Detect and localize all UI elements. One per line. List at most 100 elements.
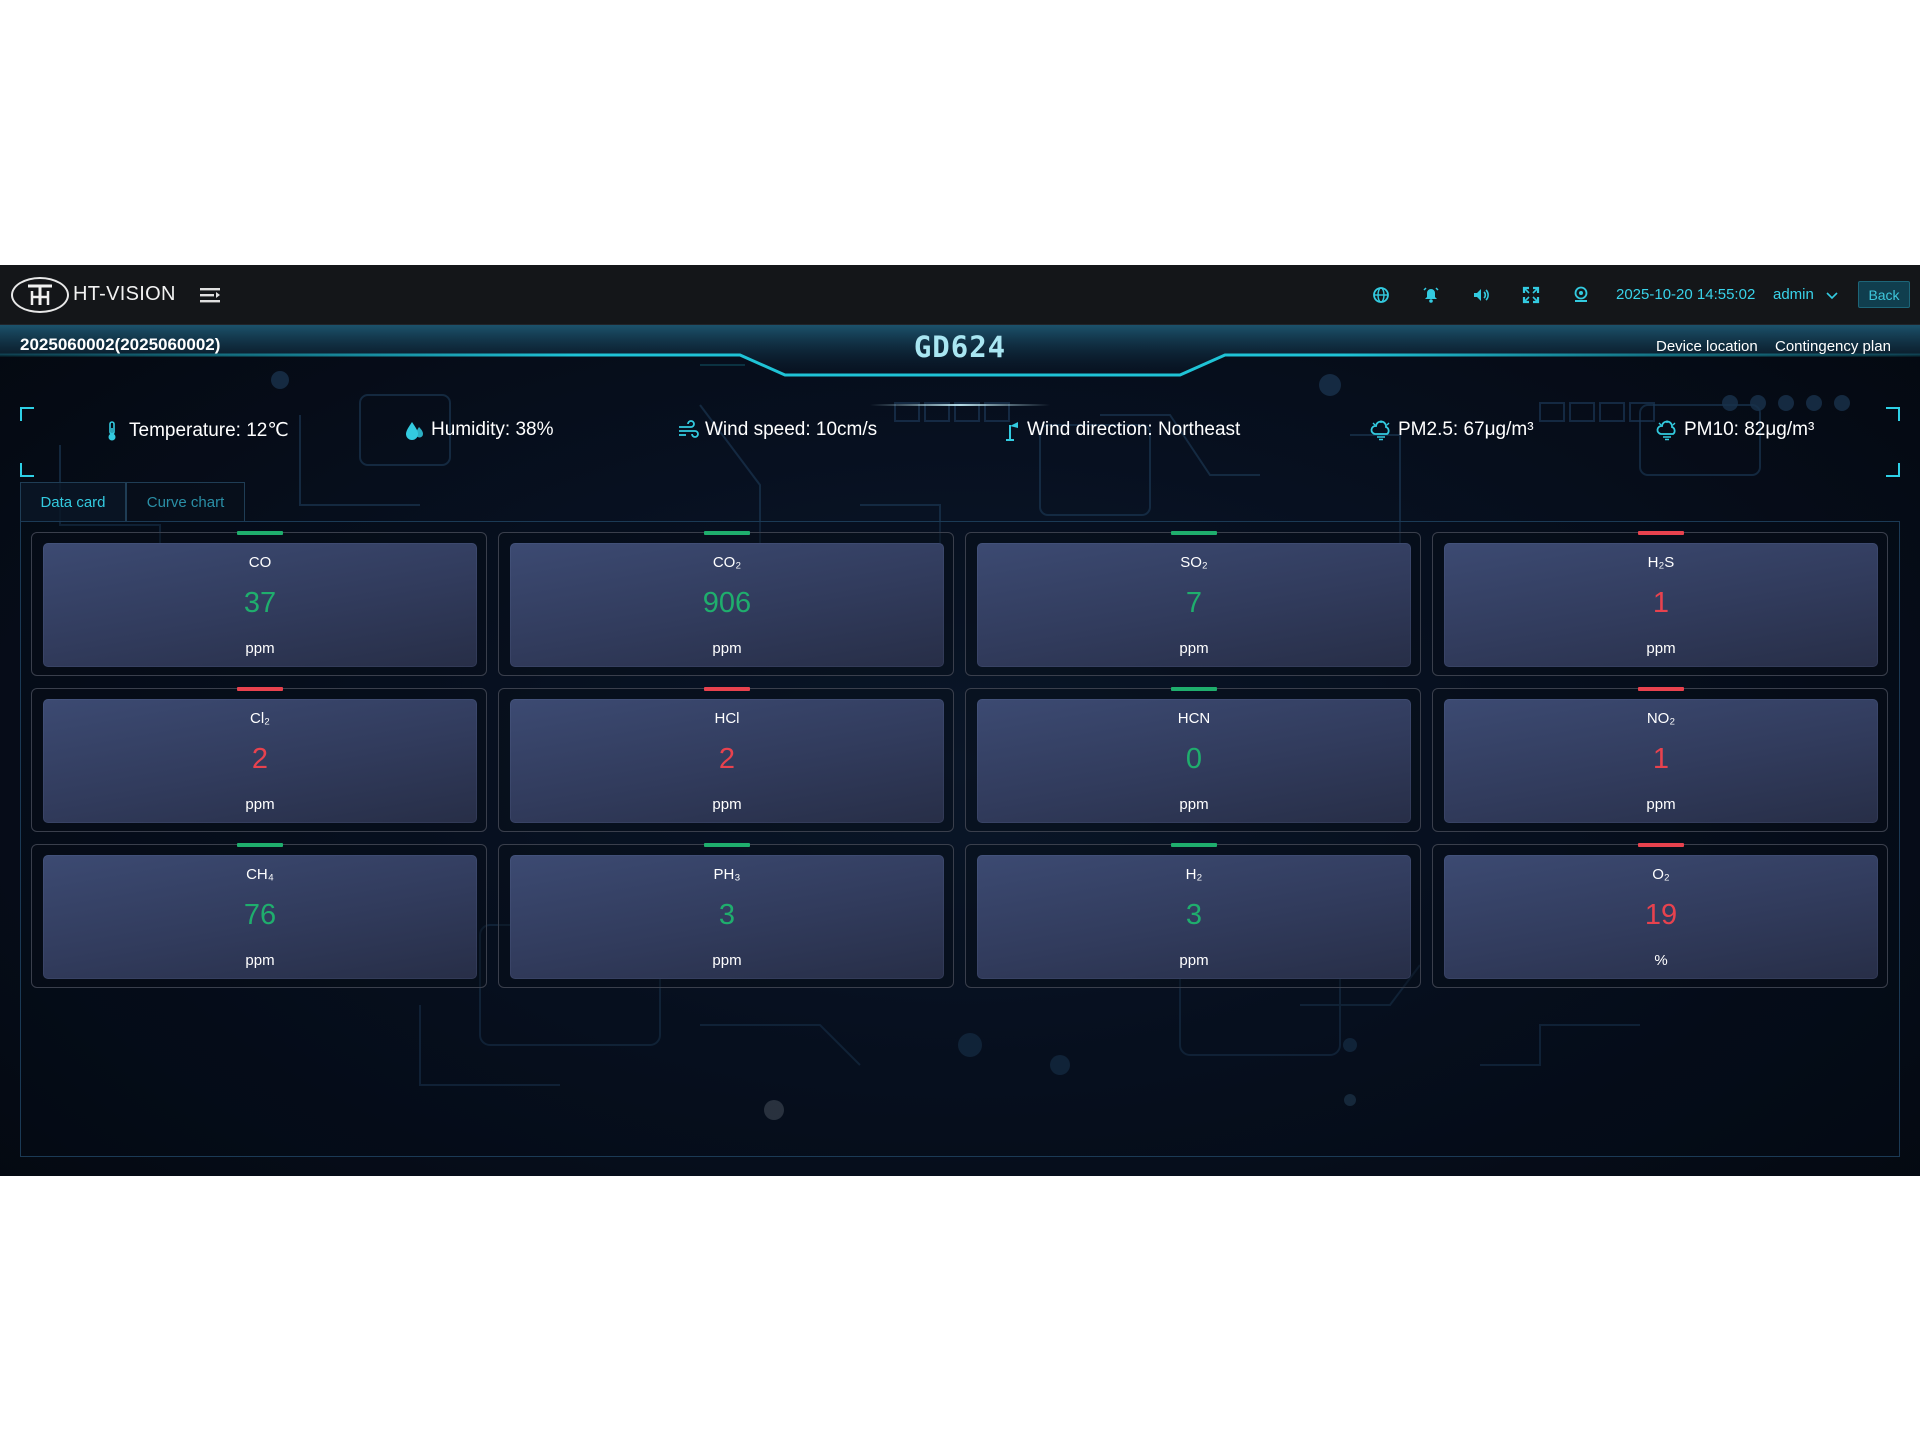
location-icon[interactable] bbox=[1571, 285, 1591, 305]
fullscreen-icon[interactable] bbox=[1521, 285, 1541, 305]
gas-unit: ppm bbox=[712, 952, 742, 969]
pm10-text: PM10: 82μg/m³ bbox=[1684, 419, 1815, 440]
sensor-card-body: SO₂ 7 ppm bbox=[977, 543, 1411, 667]
chevron-down-icon[interactable] bbox=[1826, 290, 1838, 300]
status-indicator-bar bbox=[1171, 531, 1217, 535]
sensor-card[interactable]: Cl₂ 2 ppm bbox=[31, 687, 487, 832]
frame-corner bbox=[1886, 463, 1900, 477]
sensor-card[interactable]: H₂ 3 ppm bbox=[965, 843, 1421, 988]
status-indicator-bar bbox=[237, 531, 283, 535]
status-indicator-bar bbox=[237, 843, 283, 847]
gas-name: NO₂ bbox=[1646, 710, 1676, 727]
sensor-card-body: HCN 0 ppm bbox=[977, 699, 1411, 823]
gas-unit: ppm bbox=[1179, 640, 1209, 657]
gas-name: HCl bbox=[714, 710, 740, 727]
gas-value: 1 bbox=[1652, 743, 1670, 775]
sensor-card-body: PH₃ 3 ppm bbox=[510, 855, 944, 979]
gas-unit: ppm bbox=[1179, 952, 1209, 969]
sensor-card-body: H₂ 3 ppm bbox=[977, 855, 1411, 979]
sensor-card[interactable]: O₂ 19% bbox=[1432, 843, 1888, 988]
gas-name: Cl₂ bbox=[250, 710, 270, 727]
gas-unit: ppm bbox=[1646, 640, 1676, 657]
wind-speed-text: Wind speed: 10cm/s bbox=[705, 419, 878, 440]
sensor-card-body: H₂S 1 ppm bbox=[1444, 543, 1878, 667]
gas-unit: % bbox=[1654, 952, 1668, 969]
gas-name: H₂ bbox=[1185, 866, 1203, 883]
gas-unit: ppm bbox=[1179, 796, 1209, 813]
device-location-link[interactable]: Device location bbox=[1656, 338, 1758, 355]
env-temperature: Temperature: 12℃ bbox=[101, 419, 289, 442]
gas-value: 2 bbox=[251, 743, 269, 775]
status-indicator-bar bbox=[704, 687, 750, 691]
gas-value: 2 bbox=[718, 743, 736, 775]
env-wind-direction: Wind direction: Northeast bbox=[999, 419, 1240, 441]
status-indicator-bar bbox=[1638, 843, 1684, 847]
env-wind-speed: Wind speed: 10cm/s bbox=[677, 419, 877, 441]
sensor-card[interactable]: NO₂ 1 ppm bbox=[1432, 687, 1888, 832]
humidity-drop-icon bbox=[406, 422, 423, 440]
gas-name: O₂ bbox=[1652, 866, 1670, 883]
frame-corner bbox=[20, 463, 34, 477]
status-indicator-bar bbox=[1171, 687, 1217, 691]
sensor-card[interactable]: SO₂ 7 ppm bbox=[965, 531, 1421, 676]
air-quality-icon bbox=[1370, 420, 1390, 441]
tab-data-card[interactable]: Data card bbox=[20, 482, 126, 522]
sensor-card[interactable]: CH₄ 76 ppm bbox=[31, 843, 487, 988]
user-menu[interactable]: admin bbox=[1773, 286, 1814, 303]
sensor-card[interactable]: HCN 0 ppm bbox=[965, 687, 1421, 832]
speaker-icon[interactable] bbox=[1471, 285, 1491, 305]
sensor-card[interactable]: CO₂ 906 ppm bbox=[498, 531, 954, 676]
sensor-card-body: CH₄ 76 ppm bbox=[43, 855, 477, 979]
frame-corner bbox=[20, 407, 34, 421]
sensor-card-body: Cl₂ 2 ppm bbox=[43, 699, 477, 823]
gas-value: 7 bbox=[1185, 587, 1203, 619]
gas-name: CO₂ bbox=[712, 554, 742, 571]
gas-value: 76 bbox=[243, 899, 277, 931]
wind-vane-icon bbox=[1002, 422, 1018, 441]
temperature-text: Temperature: 12℃ bbox=[129, 420, 289, 441]
env-pm10: PM10: 82μg/m³ bbox=[1656, 419, 1814, 441]
status-indicator-bar bbox=[1638, 687, 1684, 691]
sensor-card-panel: CO 37 ppm CO₂ 906 ppm SO₂ 7 ppm H₂S 1 ppm Cl₂ 2 ppm HCl… bbox=[20, 521, 1900, 1157]
status-indicator-bar bbox=[1638, 531, 1684, 535]
sensor-card[interactable]: H₂S 1 ppm bbox=[1432, 531, 1888, 676]
sensor-card[interactable]: HCl 2 ppm bbox=[498, 687, 954, 832]
device-monitor-app: HT-VISION 2025-10-20 14:55:02 admin Back… bbox=[0, 265, 1920, 1176]
brand-logo[interactable] bbox=[11, 277, 69, 313]
ht-logo-icon bbox=[28, 284, 52, 305]
gas-value: 37 bbox=[243, 587, 277, 619]
contingency-plan-link[interactable]: Contingency plan bbox=[1775, 338, 1891, 355]
title-underline-glow bbox=[870, 404, 1050, 406]
top-navigation-bar: HT-VISION 2025-10-20 14:55:02 admin Back bbox=[0, 265, 1920, 325]
env-pm25: PM2.5: 67μg/m³ bbox=[1370, 419, 1534, 441]
sensor-card-body: O₂ 19% bbox=[1444, 855, 1878, 979]
thermometer-icon bbox=[108, 420, 116, 440]
gas-value: 3 bbox=[1185, 899, 1203, 931]
pm25-text: PM2.5: 67μg/m³ bbox=[1398, 419, 1534, 440]
gas-name: SO₂ bbox=[1180, 554, 1208, 571]
menu-toggle-icon[interactable] bbox=[199, 285, 221, 305]
gas-value: 0 bbox=[1185, 743, 1203, 775]
bell-icon[interactable] bbox=[1421, 285, 1441, 305]
env-humidity: Humidity: 38% bbox=[403, 419, 554, 441]
sensor-card[interactable]: CO 37 ppm bbox=[31, 531, 487, 676]
gas-name: PH₃ bbox=[713, 866, 741, 883]
globe-icon[interactable] bbox=[1371, 285, 1391, 305]
status-indicator-bar bbox=[704, 843, 750, 847]
gas-name: H₂S bbox=[1647, 554, 1675, 571]
gas-unit: ppm bbox=[245, 796, 275, 813]
brand-name: HT-VISION bbox=[73, 283, 176, 305]
tab-curve-chart[interactable]: Curve chart bbox=[126, 482, 245, 522]
gas-unit: ppm bbox=[245, 640, 275, 657]
back-button[interactable]: Back bbox=[1858, 281, 1910, 308]
gas-name: CO bbox=[248, 554, 272, 571]
sensor-card-body: NO₂ 1 ppm bbox=[1444, 699, 1878, 823]
status-indicator-bar bbox=[1171, 843, 1217, 847]
current-datetime: 2025-10-20 14:55:02 bbox=[1616, 286, 1756, 303]
gas-unit: ppm bbox=[245, 952, 275, 969]
device-title: GD624 bbox=[913, 330, 1007, 364]
status-indicator-bar bbox=[704, 531, 750, 535]
sensor-card[interactable]: PH₃ 3 ppm bbox=[498, 843, 954, 988]
sensor-card-body: HCl 2 ppm bbox=[510, 699, 944, 823]
sensor-card-body: CO 37 ppm bbox=[43, 543, 477, 667]
